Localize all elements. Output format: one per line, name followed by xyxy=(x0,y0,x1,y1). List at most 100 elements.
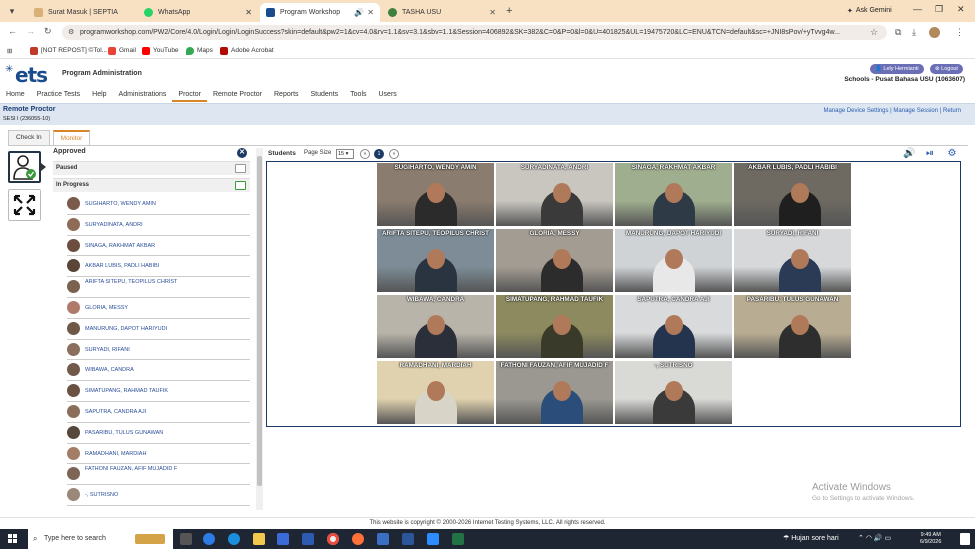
battery-icon[interactable]: ▭ xyxy=(885,535,892,542)
network-icon[interactable]: ◠ xyxy=(866,535,874,542)
student-video-tile[interactable]: FATHONI FAUZAN, AFIF MUJADID F xyxy=(496,361,613,424)
student-video-tile[interactable]: PASARIBU, TULUS GUNAWAN xyxy=(734,295,851,358)
tray-chevron-icon[interactable]: ⌃ xyxy=(858,535,866,542)
bookmark-youtube[interactable]: YouTube xyxy=(142,45,179,56)
student-video-tile[interactable]: SURYADI, RIFANI xyxy=(734,229,851,292)
panel-scrollbar[interactable] xyxy=(256,148,263,510)
task-view-icon[interactable] xyxy=(180,533,192,545)
nav-help[interactable]: Help xyxy=(86,89,112,102)
student-name[interactable]: GLORIA, MESSY xyxy=(85,305,235,312)
download-icon[interactable]: ⤓ xyxy=(912,27,916,38)
first-page-icon[interactable]: « xyxy=(360,149,370,159)
student-name[interactable]: SURYADI, RIFANI xyxy=(85,347,235,354)
close-tab-icon[interactable]: ✕ xyxy=(489,8,496,17)
student-list-item[interactable]: WIBAWA, CANDRA xyxy=(67,360,250,382)
student-list-item[interactable]: AKBAR LUBIS, PADLI HABIBI xyxy=(67,256,250,278)
notification-icon[interactable] xyxy=(960,533,970,545)
browser-menu-icon[interactable]: ⋮ xyxy=(955,27,964,38)
student-name[interactable]: SAPUTRA, CANDRA AJI xyxy=(85,409,235,416)
bookmark-star-icon[interactable]: ☆ xyxy=(870,27,878,38)
new-tab-icon[interactable]: + xyxy=(506,5,512,17)
bookmark-maps[interactable]: Maps xyxy=(186,45,213,56)
student-list-item[interactable]: PASARIBU, TULUS GUNAWAN xyxy=(67,423,250,444)
student-list-item[interactable]: SUGIHARTO, WENDY AMIN xyxy=(67,194,250,215)
student-list-item[interactable]: SAPUTRA, CANDRA AJI xyxy=(67,402,250,423)
student-video-tile[interactable]: SAPUTRA, CANDRA AJI xyxy=(615,295,732,358)
paused-section[interactable]: Paused xyxy=(53,161,250,175)
zoom-icon[interactable] xyxy=(427,533,439,545)
student-list-item[interactable]: SINAGA, RAKHMAT AKBAR xyxy=(67,236,250,257)
student-video-tile[interactable]: ARIFTA SITEPU, TEOPILUS CHRIST xyxy=(377,229,494,292)
student-name[interactable]: WIBAWA, CANDRA xyxy=(85,367,235,374)
ets-logo[interactable]: ets xyxy=(15,63,48,87)
student-list-item[interactable]: MANURUNG, DAPOT HARIYUDI xyxy=(67,319,250,340)
bookmark-adobe-acrobat[interactable]: Adobe Acrobat xyxy=(220,45,274,56)
url-field[interactable]: ⚙ programworkshop.com/PW2/Core/4.0/Login… xyxy=(62,25,887,40)
student-list-item[interactable]: GLORIA, MESSY xyxy=(67,298,250,319)
student-name[interactable]: ARIFTA SITEPU, TEOPILUS CHRIST xyxy=(85,279,235,286)
page-size-select[interactable]: 15 ▾ xyxy=(336,149,354,159)
student-list-item[interactable]: SIMATUPANG, RAHMAD TAUFIK xyxy=(67,381,250,402)
nav-tools[interactable]: Tools xyxy=(344,89,372,102)
apps-grid-icon[interactable]: ⊞ xyxy=(7,45,12,56)
reload-icon[interactable]: ↻ xyxy=(44,26,52,37)
student-video-tile[interactable]: WIBAWA, CANDRA xyxy=(377,295,494,358)
student-name[interactable]: MANURUNG, DAPOT HARIYUDI xyxy=(85,326,235,333)
nav-users[interactable]: Users xyxy=(373,89,403,102)
browser-tab-tasha-usu[interactable]: TASHA USU ✕ xyxy=(382,3,502,22)
student-list-item[interactable]: ARIFTA SITEPU, TEOPILUS CHRIST xyxy=(67,277,250,298)
store-icon[interactable] xyxy=(302,533,314,545)
mail-icon[interactable] xyxy=(277,533,289,545)
nav-remote-proctor[interactable]: Remote Proctor xyxy=(207,89,268,102)
student-video-tile[interactable]: AKBAR LUBIS, PADLI HABIBI xyxy=(734,163,851,226)
copilot-icon[interactable] xyxy=(203,533,215,545)
tab-check-in[interactable]: Check In xyxy=(8,130,50,145)
close-panel-icon[interactable]: ✕ xyxy=(237,148,247,158)
approved-students-tool-button[interactable] xyxy=(8,151,41,183)
student-name[interactable]: SIMATUPANG, RAHMAD TAUFIK xyxy=(85,388,235,395)
student-video-tile[interactable]: -, SUTRISNO xyxy=(615,361,732,424)
zoom-vm-icon[interactable] xyxy=(377,533,389,545)
student-name[interactable]: RAMADHANI, MARDIAH xyxy=(85,451,235,458)
student-list-item[interactable]: FATHONI FAUZAN, AFIF MUJADID F xyxy=(67,464,250,486)
student-video-tile[interactable]: GLORIA, MESSY xyxy=(496,229,613,292)
speaker-icon[interactable]: 🔊 xyxy=(903,148,915,160)
session-links[interactable]: Manage Device Settings | Manage Session … xyxy=(823,108,961,114)
student-name[interactable]: PASARIBU, TULUS GUNAWAN xyxy=(85,430,235,437)
close-window-icon[interactable]: ✕ xyxy=(957,4,965,15)
volume-icon[interactable]: 🔊 xyxy=(874,535,885,542)
mute-tab-icon[interactable]: 🔊 xyxy=(354,8,364,17)
profile-avatar[interactable] xyxy=(929,27,940,38)
nav-students[interactable]: Students xyxy=(305,89,345,102)
minimize-icon[interactable]: — xyxy=(913,4,922,14)
chrome-icon[interactable] xyxy=(327,533,339,545)
logout-button[interactable]: ⊗ Logout xyxy=(930,64,963,74)
bookmark-not-repost[interactable]: [NOT REPOST] ©Tol... xyxy=(30,45,107,56)
nav-proctor[interactable]: Proctor xyxy=(172,89,207,102)
student-name[interactable]: SURYADINATA, ANDRI xyxy=(85,222,235,229)
close-tab-icon[interactable]: ✕ xyxy=(367,8,374,17)
student-name[interactable]: FATHONI FAUZAN, AFIF MUJADID F xyxy=(85,466,235,473)
clock[interactable]: 9:49 AM 6/9/2026 xyxy=(920,532,941,546)
windows-start-icon[interactable] xyxy=(8,534,18,544)
pause-play-icon[interactable]: ⏯ xyxy=(924,148,936,160)
in-progress-message-icon[interactable] xyxy=(235,181,246,190)
weather-widget[interactable]: ☂ Hujan sore hari xyxy=(783,529,839,549)
student-name[interactable]: SINAGA, RAKHMAT AKBAR xyxy=(85,243,235,250)
nav-administrations[interactable]: Administrations xyxy=(113,89,173,102)
nav-practice-tests[interactable]: Practice Tests xyxy=(31,89,86,102)
extensions-icon[interactable]: ⧉ xyxy=(895,27,901,38)
bookmark-gmail[interactable]: Gmail xyxy=(108,45,136,56)
student-list-item[interactable]: RAMADHANI, MARDIAH xyxy=(67,444,250,465)
student-name[interactable]: AKBAR LUBIS, PADLI HABIBI xyxy=(85,263,235,270)
ask-gemini-button[interactable]: ✦ Ask Gemini xyxy=(842,4,897,17)
student-video-tile[interactable]: SURYADINATA, ANDRI xyxy=(496,163,613,226)
last-page-icon[interactable]: » xyxy=(389,149,399,159)
edge-icon[interactable] xyxy=(228,533,240,545)
expand-view-tool-button[interactable] xyxy=(8,189,41,221)
in-progress-section[interactable]: In Progress xyxy=(53,178,250,192)
tab-search-icon[interactable]: ▾ xyxy=(6,5,18,17)
forward-arrow-icon[interactable]: → xyxy=(26,26,35,36)
firefox-icon[interactable] xyxy=(352,533,364,545)
restore-icon[interactable]: ❐ xyxy=(935,4,943,15)
